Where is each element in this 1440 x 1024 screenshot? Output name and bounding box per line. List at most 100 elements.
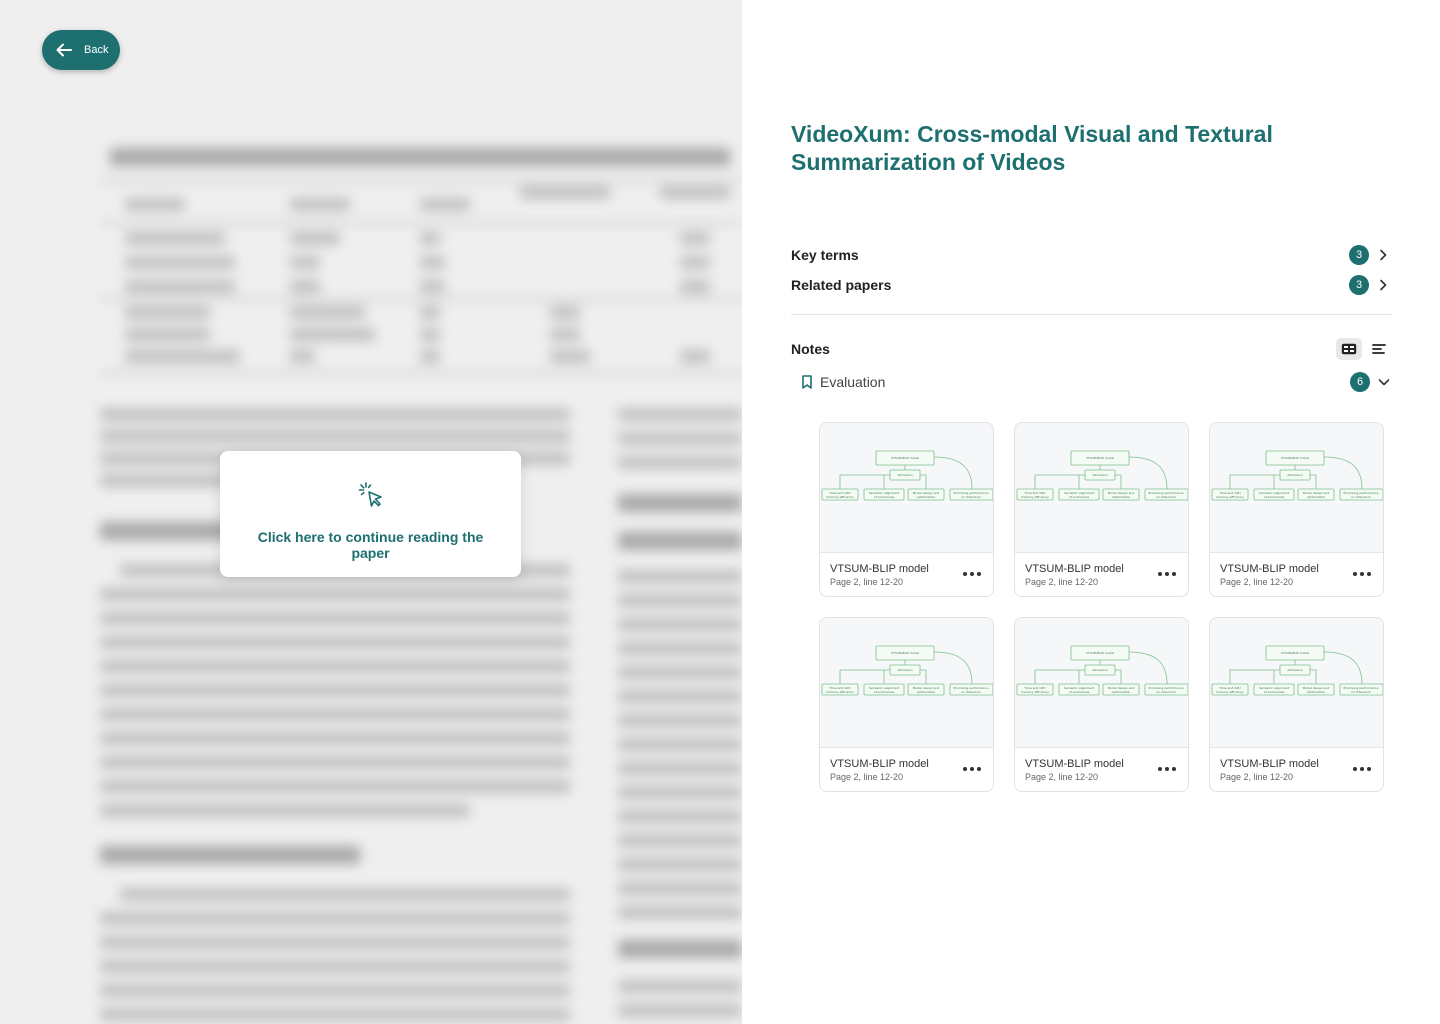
paper-line xyxy=(100,984,570,997)
paper-line xyxy=(618,666,742,679)
diagram-label: memory efficiency xyxy=(1216,495,1244,499)
paper-line xyxy=(660,186,730,199)
table-rule xyxy=(100,372,742,374)
chevron-down-icon xyxy=(1378,379,1390,386)
notes-grid: VTSUM-BLIP model Admission Time and GPU … xyxy=(819,422,1385,792)
more-icon[interactable] xyxy=(1351,762,1373,776)
diagram-thumbnail: VTSUM-BLIP model Admission Time and GPU … xyxy=(821,450,993,501)
paper-line xyxy=(420,256,445,269)
back-button[interactable]: Back xyxy=(42,30,120,70)
more-icon[interactable] xyxy=(961,762,983,776)
diagram-label: VTSUM-BLIP model xyxy=(1281,456,1309,460)
related-papers-label: Related papers xyxy=(791,277,892,293)
diagram-label: optimization xyxy=(1307,495,1326,499)
paper-line xyxy=(618,714,742,727)
note-card[interactable]: VTSUM-BLIP model Admission Time and GPU … xyxy=(1014,617,1189,792)
paper-line xyxy=(125,232,225,245)
note-thumbnail: VTSUM-BLIP model Admission Time and GPU … xyxy=(1210,618,1383,748)
related-papers-row[interactable]: Related papers 3 xyxy=(791,274,1391,296)
diagram-label: memory efficiency xyxy=(1021,495,1049,499)
more-icon[interactable] xyxy=(961,567,983,581)
note-card[interactable]: VTSUM-BLIP model Admission Time and GPU … xyxy=(1014,422,1189,597)
paper-line xyxy=(100,660,570,673)
diagram-label: Admission xyxy=(1092,473,1107,477)
paper-line xyxy=(618,834,742,847)
paper-line xyxy=(618,570,742,583)
paper-line xyxy=(100,912,570,925)
diagram-label: optimization xyxy=(1112,690,1131,694)
paper-line xyxy=(100,636,570,649)
paper-line xyxy=(680,232,710,245)
paper-line xyxy=(125,306,210,319)
key-terms-row[interactable]: Key terms 3 xyxy=(791,244,1391,266)
diagram-label: of summaries xyxy=(874,495,895,499)
diagram-label: memory efficiency xyxy=(1021,690,1049,694)
paper-title: VideoXum: Cross-modal Visual and Textura… xyxy=(791,121,1273,175)
table-rule xyxy=(100,180,742,182)
diagram-label: optimization xyxy=(1112,495,1131,499)
chevron-right-icon xyxy=(1380,279,1387,291)
note-card-meta: VTSUM-BLIP model Page 2, line 12-20 xyxy=(820,553,993,596)
more-icon[interactable] xyxy=(1351,567,1373,581)
notes-folder-count-badge: 6 xyxy=(1350,372,1370,392)
list-view-button[interactable] xyxy=(1366,338,1392,360)
paper-line xyxy=(125,328,210,341)
paper-line xyxy=(100,1008,570,1021)
paper-line xyxy=(290,280,320,293)
paper-line xyxy=(100,936,570,949)
notes-folder-evaluation[interactable]: Evaluation 6 xyxy=(800,371,1392,393)
paper-line xyxy=(100,732,570,745)
more-icon[interactable] xyxy=(1156,567,1178,581)
note-card[interactable]: VTSUM-BLIP model Admission Time and GPU … xyxy=(1209,422,1384,597)
table-caption xyxy=(110,148,730,166)
continue-reading-card[interactable]: Click here to continue reading the paper xyxy=(220,451,521,577)
paper-line xyxy=(100,780,570,793)
diagram-label: of summaries xyxy=(1069,495,1090,499)
paper-line xyxy=(125,256,235,269)
paper-line xyxy=(618,906,742,919)
paper-line xyxy=(618,432,742,445)
paper-line xyxy=(290,350,315,363)
paper-line xyxy=(420,232,440,245)
diagram-label: of summaries xyxy=(1264,495,1285,499)
back-button-label: Back xyxy=(84,44,109,56)
more-icon[interactable] xyxy=(1156,762,1178,776)
paper-line xyxy=(550,306,580,319)
grid-view-icon xyxy=(1341,343,1357,355)
paper-line xyxy=(100,430,570,443)
paper-preview: Back Click here to continue reading the … xyxy=(0,0,742,1024)
paper-heading xyxy=(618,940,742,958)
diagram-label: memory efficiency xyxy=(1216,690,1244,694)
paper-details-panel: VideoXum: Cross-modal Visual and Textura… xyxy=(742,0,1440,1024)
paper-line xyxy=(618,690,742,703)
diagram-label: Admission xyxy=(1092,668,1107,672)
diagram-label: of summaries xyxy=(1264,690,1285,694)
note-thumbnail: VTSUM-BLIP model Admission Time and GPU … xyxy=(820,423,993,553)
key-terms-count-badge: 3 xyxy=(1349,245,1369,265)
paper-line xyxy=(618,594,742,607)
notes-header: Notes xyxy=(791,338,1392,360)
note-card[interactable]: VTSUM-BLIP model Admission Time and GPU … xyxy=(819,422,994,597)
paper-line xyxy=(618,980,742,993)
bookmark-icon xyxy=(802,375,812,389)
diagram-label: of summaries xyxy=(874,690,895,694)
list-view-icon xyxy=(1372,344,1386,354)
note-thumbnail: VTSUM-BLIP model Admission Time and GPU … xyxy=(1015,423,1188,553)
diagram-label: memory efficiency xyxy=(826,495,854,499)
diagram-thumbnail: VTSUM-BLIP model Admission Time and GPU … xyxy=(1211,450,1383,501)
diagram-label: Admission xyxy=(1287,668,1302,672)
diagram-thumbnail: VTSUM-BLIP model Admission Time and GPU … xyxy=(1016,450,1188,501)
diagram-label: Admission xyxy=(897,473,912,477)
note-card[interactable]: VTSUM-BLIP model Admission Time and GPU … xyxy=(1209,617,1384,792)
paper-line xyxy=(618,618,742,631)
continue-reading-text: Click here to continue reading the paper xyxy=(257,529,484,561)
note-card[interactable]: VTSUM-BLIP model Admission Time and GPU … xyxy=(819,617,994,792)
paper-line xyxy=(125,198,185,211)
note-card-meta: VTSUM-BLIP model Page 2, line 12-20 xyxy=(1210,553,1383,596)
paper-line xyxy=(618,738,742,751)
paper-line xyxy=(100,612,570,625)
paper-line xyxy=(100,408,570,421)
grid-view-button[interactable] xyxy=(1336,338,1362,360)
key-terms-label: Key terms xyxy=(791,247,859,263)
notes-label: Notes xyxy=(791,341,830,357)
